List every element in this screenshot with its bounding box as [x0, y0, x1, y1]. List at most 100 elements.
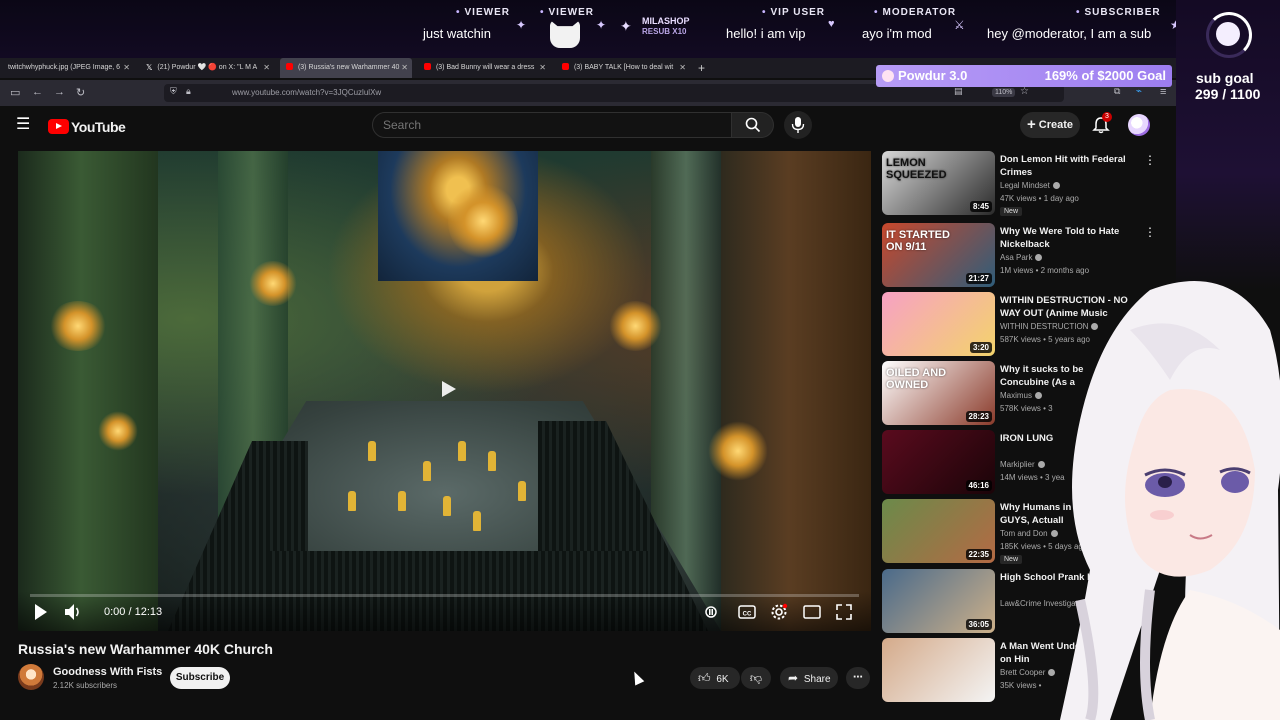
recommendation-thumbnail[interactable]: 36:05: [882, 569, 995, 633]
browser-tab[interactable]: (3) Bad Bunny will wear a dress ✕: [418, 58, 550, 78]
create-label: Create: [1038, 119, 1073, 131]
recommendation-thumbnail[interactable]: IT STARTED ON 9/11 21:27: [882, 223, 995, 287]
sidebar-toggle-icon[interactable]: ▭: [10, 86, 20, 99]
recommendation-title[interactable]: A Man Went Under Hot Girl on Hin: [1000, 640, 1128, 666]
recommendation-title[interactable]: IRON LUNG: [1000, 432, 1128, 445]
video-frame-chandelier: [248, 261, 298, 306]
play-icon[interactable]: [34, 603, 48, 621]
settings-gear-icon[interactable]: [770, 603, 788, 621]
recommendation-item[interactable]: A Man Went Under Hot Girl on Hin Brett C…: [882, 638, 1162, 704]
subscribe-button[interactable]: Subscribe: [170, 667, 230, 689]
recommendation-channel[interactable]: Law&Crime Investigat: [1000, 599, 1078, 608]
lock-icon[interactable]: 🔒︎: [186, 86, 191, 97]
fullscreen-icon[interactable]: [836, 603, 852, 621]
browser-tab[interactable]: twitchwhyphuck.jpg (JPEG Image, 6 ✕: [2, 58, 134, 78]
chat-role: MILASHOP: [642, 16, 690, 26]
youtube-logo[interactable]: YouTube: [48, 118, 126, 135]
recommendation-item[interactable]: LEMON SQUEEZED 8:45 Don Lemon Hit with F…: [882, 151, 1162, 217]
search-input[interactable]: [372, 112, 732, 138]
recommendation-thumbnail[interactable]: 22:35: [882, 499, 995, 563]
more-vertical-icon[interactable]: ⋮: [1144, 225, 1156, 239]
recommendation-item[interactable]: IT STARTED ON 9/11 21:27 Why We Were Tol…: [882, 223, 1162, 289]
video-frame-column: [721, 151, 871, 631]
volume-icon[interactable]: [64, 603, 82, 621]
recommendation-item[interactable]: 3:20 WITHIN DESTRUCTION - NO WAY OUT (An…: [882, 292, 1162, 358]
tab-title: twitchwhyphuck.jpg (JPEG Image, 6: [8, 64, 121, 71]
recommendation-thumbnail[interactable]: [882, 638, 995, 702]
autoplay-toggle-icon[interactable]: [704, 603, 718, 621]
channel-avatar[interactable]: [18, 664, 44, 690]
verified-icon: [1037, 461, 1045, 468]
menu-icon[interactable]: ≡: [1160, 86, 1166, 98]
more-vertical-icon[interactable]: ⋮: [1144, 153, 1156, 167]
extension-icon[interactable]: ⧉: [1114, 86, 1120, 97]
recommendation-meta: 35K views •: [1000, 681, 1042, 690]
more-horizontal-icon: ⋯: [853, 672, 863, 683]
share-label: Share: [803, 674, 831, 685]
browser-tab[interactable]: 𝕏 (21) Powdur 🤍 🔴 on X: "L M A ✕: [140, 58, 274, 78]
bookmark-star-icon[interactable]: ☆: [1020, 86, 1029, 97]
video-frame-figure: [348, 491, 356, 511]
theater-mode-icon[interactable]: [803, 603, 821, 621]
recommendation-title[interactable]: High School Prank Kil Four: [1000, 571, 1128, 584]
close-icon[interactable]: ✕: [401, 58, 408, 78]
close-icon[interactable]: ✕: [123, 58, 130, 78]
progress-bar[interactable]: [30, 594, 859, 597]
like-button[interactable]: 👍︎ 6K: [690, 667, 740, 689]
reload-icon[interactable]: ↻: [76, 86, 85, 99]
recommendation-channel[interactable]: Asa Park: [1000, 253, 1032, 262]
recommendation-thumbnail[interactable]: 46:16: [882, 430, 995, 494]
browser-tab[interactable]: (3) BABY TALK [How to deal wit ✕: [556, 58, 690, 78]
recommendation-thumbnail[interactable]: LEMON SQUEEZED 8:45: [882, 151, 995, 215]
reader-icon[interactable]: ▤: [954, 86, 963, 97]
captions-icon[interactable]: CC: [738, 603, 756, 621]
search-button[interactable]: [732, 112, 774, 138]
close-icon[interactable]: ✕: [679, 58, 686, 78]
recommendation-channel[interactable]: WITHIN DESTRUCTION: [1000, 322, 1088, 331]
play-overlay-icon[interactable]: [438, 379, 458, 399]
thumbnail-text: OILED AND OWNED: [886, 367, 947, 391]
new-tab-icon[interactable]: +: [698, 61, 705, 75]
recommendation-channel[interactable]: Legal Mindset: [1000, 181, 1050, 190]
shield-icon[interactable]: ⛨: [170, 86, 177, 97]
recommendation-thumbnail[interactable]: 3:20: [882, 292, 995, 356]
recommendation-item[interactable]: 22:35 Why Humans in 40k GOOD GUYS, Actua…: [882, 499, 1162, 565]
recommendation-channel[interactable]: Brett Cooper: [1000, 668, 1045, 677]
forward-icon[interactable]: →: [54, 86, 65, 98]
share-button[interactable]: ➦ Share: [780, 667, 838, 689]
back-icon[interactable]: ←: [32, 86, 43, 98]
donation-goal-bar: Powdur 3.0 169% of $2000 Goal: [876, 65, 1172, 87]
zoom-level[interactable]: 110%: [992, 88, 1016, 97]
browser-tab-active[interactable]: (3) Russia's new Warhammer 40 ✕: [280, 58, 412, 78]
create-button[interactable]: + Create: [1020, 112, 1080, 138]
hamburger-menu-icon[interactable]: ☰: [16, 117, 32, 133]
recommendation-channel[interactable]: Tom and Don: [1000, 529, 1048, 538]
recommendation-item[interactable]: 36:05 High School Prank Kil Four Law&Cri…: [882, 569, 1162, 635]
recommendation-title[interactable]: Why We Were Told to Hate Nickelback: [1000, 225, 1128, 251]
video-frame-figure: [443, 496, 451, 516]
chat-role: VIEWER: [548, 7, 594, 18]
channel-name[interactable]: Goodness With Fists: [53, 666, 162, 678]
recommendation-item[interactable]: 46:16 IRON LUNG Markiplier 14M views • 3…: [882, 430, 1162, 496]
voice-search-button[interactable]: [784, 111, 812, 139]
recommendation-channel[interactable]: Maximus: [1000, 391, 1032, 400]
recommendation-title[interactable]: Why it sucks to be Concubine (As a: [1000, 363, 1128, 389]
more-actions-button[interactable]: ⋯: [846, 667, 870, 689]
close-icon[interactable]: ✕: [539, 58, 546, 78]
extension-icon[interactable]: ⌁: [1136, 86, 1142, 97]
stream-chat-overlay: • VIEWER just watchin ✦ • VIEWER ✦ ✦ MILAS…: [0, 0, 1280, 58]
close-icon[interactable]: ✕: [263, 58, 270, 78]
heart-icon: ♥: [828, 18, 835, 30]
recommendation-channel[interactable]: Markiplier: [1000, 460, 1035, 469]
recommendation-title[interactable]: WITHIN DESTRUCTION - NO WAY OUT (Anime M…: [1000, 294, 1128, 320]
verified-icon: [1052, 182, 1060, 189]
recommendation-thumbnail[interactable]: OILED AND OWNED 28:23: [882, 361, 995, 425]
dislike-button[interactable]: 👎︎: [741, 667, 771, 689]
recommendation-title[interactable]: Don Lemon Hit with Federal Crimes: [1000, 153, 1128, 179]
account-avatar[interactable]: [1128, 114, 1150, 136]
recommendation-meta: 587K views • 5 years ago: [1000, 335, 1090, 344]
recommendation-title[interactable]: Why Humans in 40k GOOD GUYS, Actuall: [1000, 501, 1128, 527]
share-icon: ➦: [788, 671, 799, 685]
video-player[interactable]: 0:00 / 12:13 CC: [18, 151, 871, 631]
recommendation-item[interactable]: OILED AND OWNED 28:23 Why it sucks to be…: [882, 361, 1162, 427]
